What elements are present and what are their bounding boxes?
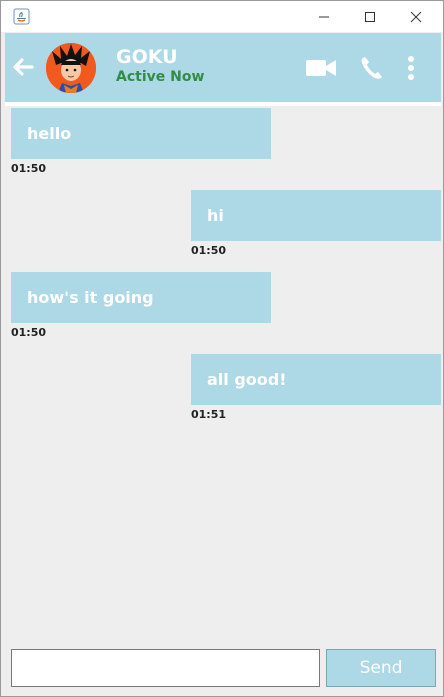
- avatar[interactable]: [46, 43, 96, 93]
- message-time: 01:50: [11, 326, 47, 339]
- java-app-icon: [13, 8, 30, 25]
- close-icon: [410, 11, 422, 22]
- message-list[interactable]: hello 01:50 hi 01:50 how's it going 01:5…: [5, 106, 441, 644]
- contact-name: GOKU: [116, 46, 178, 68]
- title-bar: [1, 1, 443, 32]
- send-button[interactable]: Send: [326, 649, 436, 687]
- message-bubble-sent: hi: [191, 190, 441, 241]
- message-bubble-received: how's it going: [11, 272, 271, 323]
- chat-window: GOKU Active Now hello 01:50 hi 01:50 how…: [0, 0, 444, 697]
- more-vert-icon[interactable]: [406, 55, 416, 85]
- video-call-icon[interactable]: [305, 58, 337, 82]
- maximize-button[interactable]: [347, 1, 393, 32]
- close-button[interactable]: [393, 1, 439, 32]
- message-bubble-received: hello: [11, 108, 271, 159]
- message-time: 01:50: [11, 162, 47, 175]
- message-time: 01:51: [191, 408, 227, 421]
- message-input[interactable]: [11, 649, 320, 687]
- message-time: 01:50: [191, 244, 227, 257]
- maximize-icon: [365, 11, 375, 22]
- minimize-icon: [319, 16, 329, 17]
- phone-icon[interactable]: [359, 55, 385, 85]
- status-text: Active Now: [116, 69, 205, 85]
- minimize-button[interactable]: [301, 1, 347, 32]
- chat-header: GOKU Active Now: [5, 33, 441, 102]
- back-arrow-icon[interactable]: [12, 57, 34, 81]
- message-bubble-sent: all good!: [191, 354, 441, 405]
